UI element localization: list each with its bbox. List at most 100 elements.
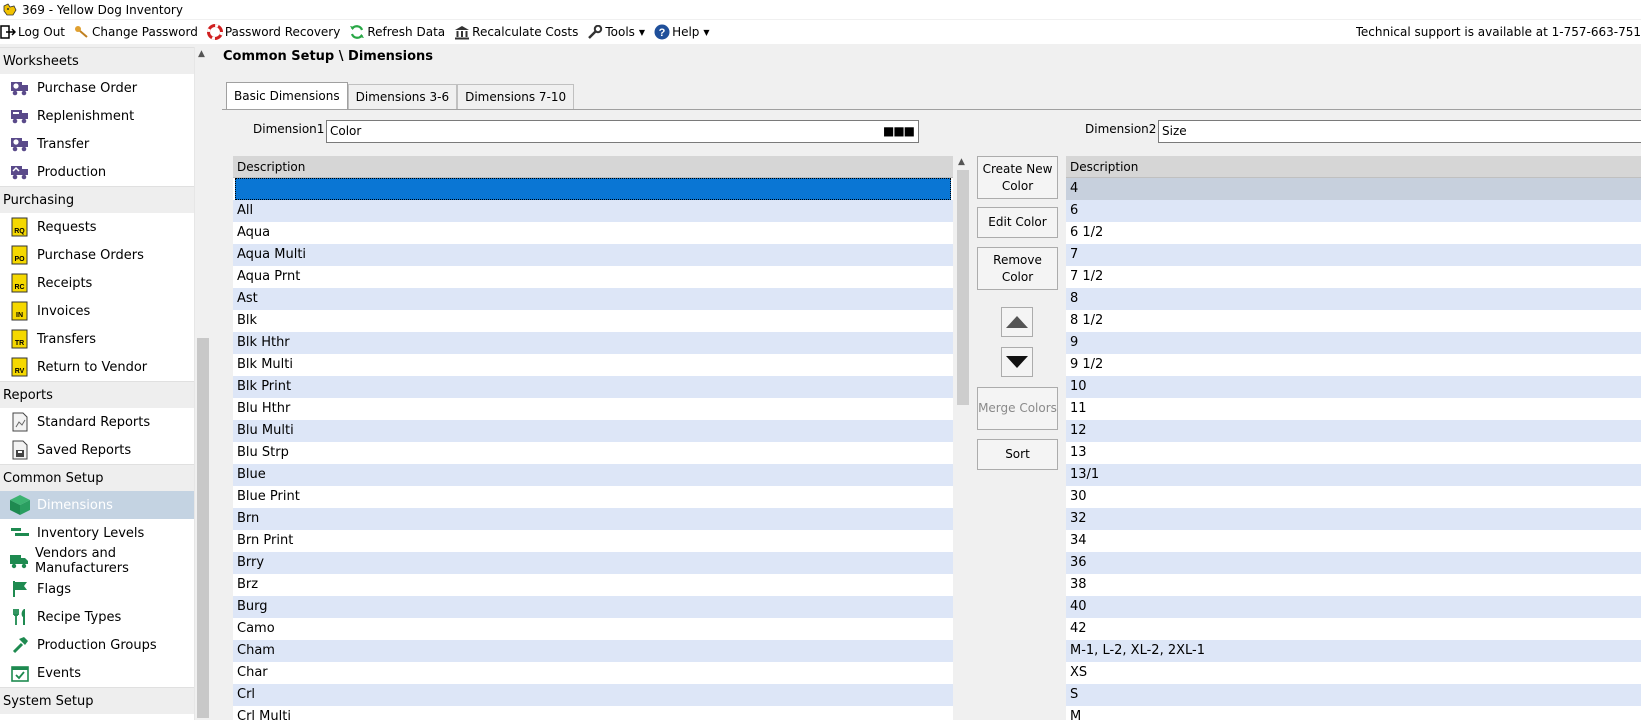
size-row[interactable]: 6 [1066,200,1641,222]
dimension2-field[interactable]: Size [1158,120,1641,143]
remove-color-button[interactable]: Remove Color [977,247,1058,290]
size-row[interactable]: 12 [1066,420,1641,442]
sort-button[interactable]: Sort [977,439,1058,470]
sidebar-item-production[interactable]: Production [0,158,194,186]
logout-menu[interactable]: Log Out [0,25,65,39]
size-row[interactable]: 9 1/2 [1066,354,1641,376]
color-row[interactable]: Char [233,662,953,684]
color-row[interactable]: Blk [233,310,953,332]
color-row[interactable]: Aqua Multi [233,244,953,266]
size-row[interactable]: 7 [1066,244,1641,266]
color-row[interactable]: Brry [233,552,953,574]
ellipsis-button[interactable]: ■■■ [883,121,915,142]
color-row[interactable]: Blk Hthr [233,332,953,354]
sidebar-item-purchase-order[interactable]: Purchase Order [0,74,194,102]
size-row[interactable]: 8 1/2 [1066,310,1641,332]
color-row[interactable]: Cham [233,640,953,662]
size-row[interactable]: 13/1 [1066,464,1641,486]
color-row[interactable]: Brz [233,574,953,596]
tab-dimensions-3-6[interactable]: Dimensions 3-6 [347,84,458,110]
size-row[interactable]: 9 [1066,332,1641,354]
merge-colors-button[interactable]: Merge Colors [977,387,1058,430]
color-row[interactable]: Blk Multi [233,354,953,376]
scroll-up-icon[interactable]: ▲ [958,157,965,167]
color-row[interactable]: Aqua [233,222,953,244]
edit-color-button[interactable]: Edit Color [977,207,1058,238]
size-row[interactable]: S [1066,684,1641,706]
size-row[interactable]: 8 [1066,288,1641,310]
section-header-reports[interactable]: Reports [0,381,194,408]
scrollbar-thumb[interactable] [957,170,969,405]
color-row[interactable]: Crl [233,684,953,706]
section-header-system-setup[interactable]: System Setup [0,687,194,714]
sidebar-item-return-to-vendor[interactable]: RV Return to Vendor [0,353,194,381]
grid-header-description[interactable]: Description [1066,156,1641,178]
password-recovery-menu[interactable]: Password Recovery [206,24,340,40]
move-up-button[interactable] [1001,307,1033,337]
size-row[interactable]: 34 [1066,530,1641,552]
sidebar-item-replenishment[interactable]: Replenishment [0,102,194,130]
sidebar-item-transfer[interactable]: Transfer [0,130,194,158]
sidebar-item-events[interactable]: Events [0,659,194,687]
create-new-color-button[interactable]: Create New Color [977,156,1058,199]
size-row[interactable]: 38 [1066,574,1641,596]
sidebar-item-transfers[interactable]: TR Transfers [0,325,194,353]
size-row[interactable]: 36 [1066,552,1641,574]
color-row[interactable] [235,178,951,200]
color-row[interactable]: Brn Print [233,530,953,552]
recalculate-costs-menu[interactable]: Recalculate Costs [454,25,578,40]
size-row[interactable]: 32 [1066,508,1641,530]
tab-dimensions-7-10[interactable]: Dimensions 7-10 [457,84,575,110]
scroll-up-icon[interactable]: ▲ [198,49,205,59]
color-row[interactable]: Blue [233,464,953,486]
size-row[interactable]: M-1, L-2, XL-2, 2XL-1 [1066,640,1641,662]
size-row[interactable]: 40 [1066,596,1641,618]
color-row[interactable]: Aqua Prnt [233,266,953,288]
dimension1-field[interactable]: Color ■■■ [326,120,919,143]
section-header-common-setup[interactable]: Common Setup [0,464,194,491]
sidebar-item-saved-reports[interactable]: Saved Reports [0,436,194,464]
color-row[interactable]: Blu Multi [233,420,953,442]
sidebar-item-invoices[interactable]: IN Invoices [0,297,194,325]
sidebar-item-recipe-types[interactable]: Recipe Types [0,603,194,631]
help-menu[interactable]: ? Help ▼ [654,24,710,40]
size-row[interactable]: XS [1066,662,1641,684]
color-row[interactable]: Crl Multi [233,706,953,720]
tab-basic-dimensions[interactable]: Basic Dimensions [226,82,348,110]
size-row[interactable]: 4 [1066,178,1641,200]
sidebar-item-requests[interactable]: RQ Requests [0,213,194,241]
color-row[interactable]: Brn [233,508,953,530]
sidebar-item-receipts[interactable]: RC Receipts [0,269,194,297]
refresh-data-menu[interactable]: Refresh Data [349,24,445,40]
sidebar-item-production-groups[interactable]: Production Groups [0,631,194,659]
size-row[interactable]: 13 [1066,442,1641,464]
sidebar-item-flags[interactable]: Flags [0,575,194,603]
grid-header-description[interactable]: Description [233,156,953,178]
size-row[interactable]: 6 1/2 [1066,222,1641,244]
color-row[interactable]: Burg [233,596,953,618]
sidebar-item-purchase-orders[interactable]: PO Purchase Orders [0,241,194,269]
size-row[interactable]: 7 1/2 [1066,266,1641,288]
size-row[interactable]: 10 [1066,376,1641,398]
sidebar-item-vendors-and-manufacturers[interactable]: Vendors and Manufacturers [0,546,194,576]
color-row[interactable]: Blk Print [233,376,953,398]
size-row[interactable]: 30 [1066,486,1641,508]
size-row[interactable]: M [1066,706,1641,720]
section-header-purchasing[interactable]: Purchasing [0,186,194,213]
sidebar-scrollbar[interactable]: ▲ [194,47,210,720]
sidebar-item-inventory-levels[interactable]: Inventory Levels [0,519,194,547]
color-row[interactable]: Ast [233,288,953,310]
scrollbar-thumb[interactable] [197,338,209,718]
size-row[interactable]: 42 [1066,618,1641,640]
color-row[interactable]: Camo [233,618,953,640]
color-row[interactable]: Blue Print [233,486,953,508]
color-grid-scrollbar[interactable]: ▲ [955,156,971,720]
sidebar-item-standard-reports[interactable]: Standard Reports [0,408,194,436]
move-down-button[interactable] [1001,347,1033,377]
color-row[interactable]: Blu Hthr [233,398,953,420]
section-header-worksheets[interactable]: Worksheets [0,47,194,74]
color-row[interactable]: Blu Strp [233,442,953,464]
size-row[interactable]: 11 [1066,398,1641,420]
color-row[interactable]: All [233,200,953,222]
sidebar-item-dimensions[interactable]: Dimensions [0,491,194,519]
